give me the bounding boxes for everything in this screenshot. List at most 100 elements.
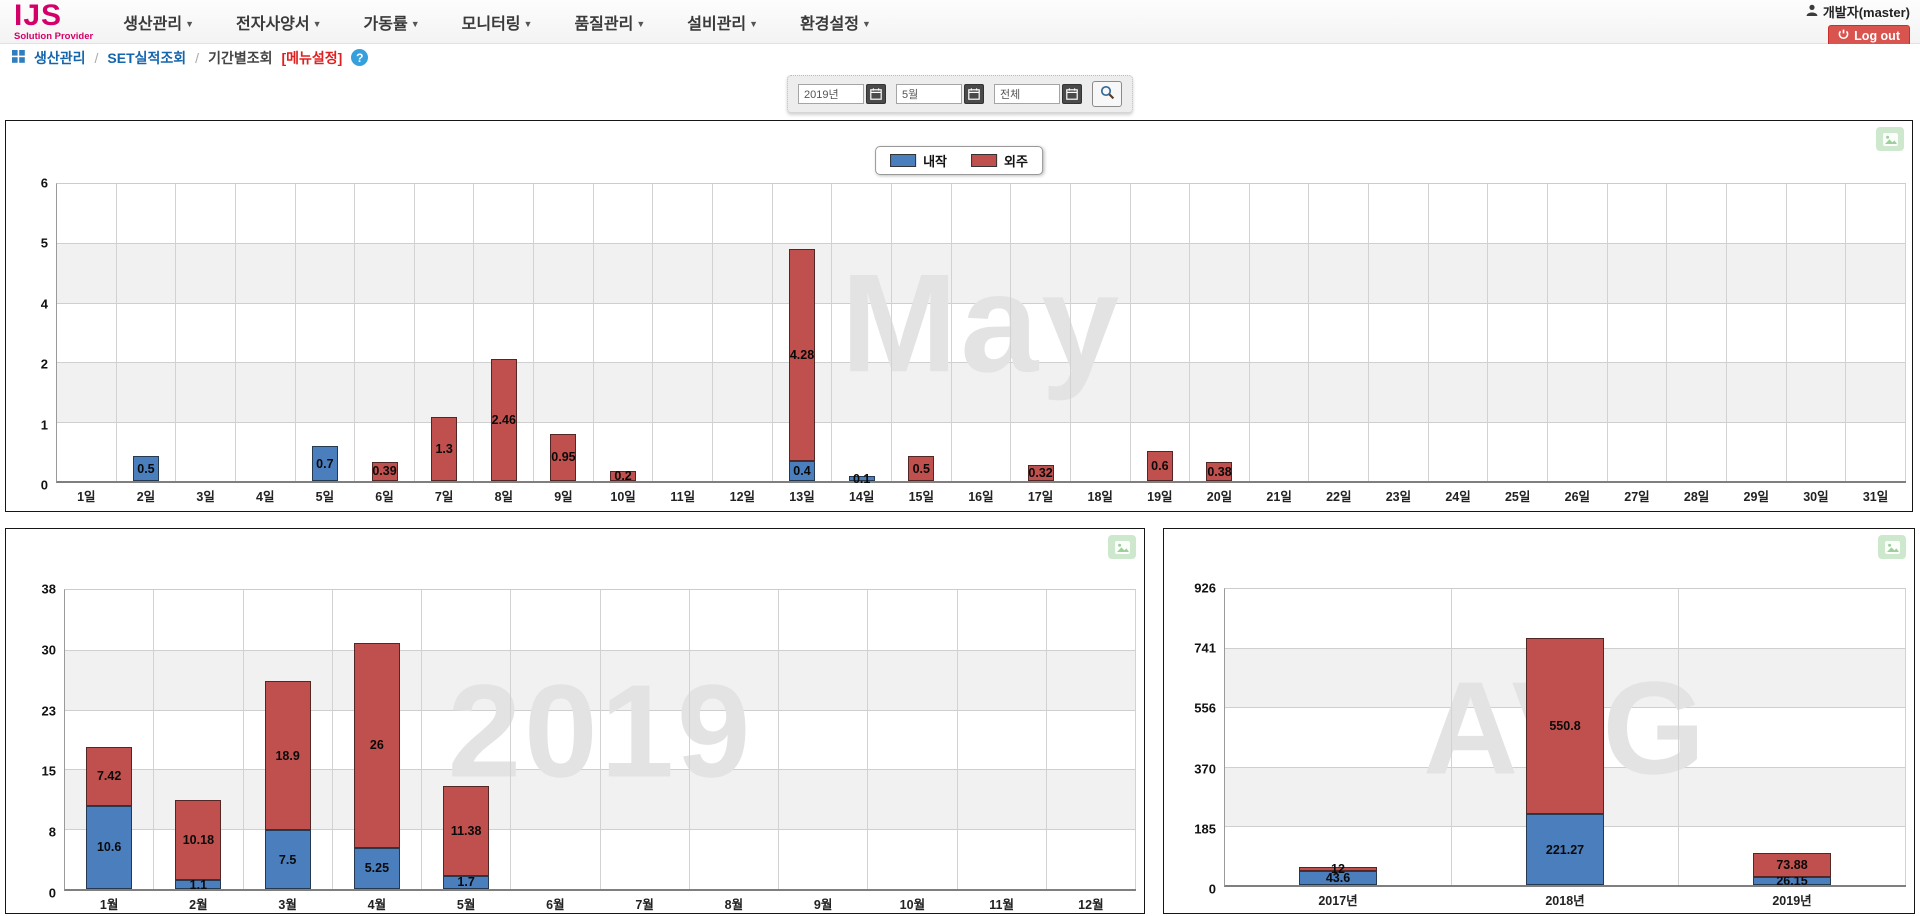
chart-column: 30일 [1787,184,1847,481]
bar-segment-외주[interactable]: 4.28 [789,249,815,461]
bar-segment-내작[interactable]: 5.25 [354,848,400,889]
bar-segment-외주[interactable]: 26 [354,643,400,848]
chart-column: 11월 [958,590,1047,889]
main-menu: 생산관리▼전자사양서▼가동률▼모니터링▼품질관리▼설비관리▼환경설정▼ [123,10,871,34]
bar-segment-외주[interactable]: 0.39 [372,462,398,481]
period-filter-group [787,75,1133,113]
menu-item-3[interactable]: 가동률▼ [364,10,420,34]
calendar-button[interactable] [1062,84,1082,104]
help-icon[interactable]: ? [351,49,368,66]
bar-segment-외주[interactable]: 10.18 [175,800,221,880]
power-icon [1838,29,1849,43]
bar-segment-외주[interactable]: 550.8 [1526,638,1604,814]
bar-segment-외주[interactable]: 18.9 [265,681,311,830]
period-field-month [896,84,984,104]
bar-segment-외주[interactable]: 73.88 [1753,853,1831,877]
bar-value-label: 10.6 [97,840,121,854]
bar-segment-외주[interactable]: 12 [1299,867,1377,871]
bar-segment-외주[interactable]: 0.95 [550,434,576,481]
menu-item-2[interactable]: 전자사양서▼ [236,10,322,34]
app-logo[interactable]: IJS Solution Provider [14,1,93,42]
menu-item-label: 모니터링 [462,16,521,33]
bar-segment-내작[interactable]: 1.1 [175,880,221,889]
x-axis-label: 2일 [137,486,155,505]
menu-item-4[interactable]: 모니터링▼ [462,10,533,34]
breadcrumb-item-2[interactable]: SET실적조회 [107,48,186,68]
bar-segment-내작[interactable]: 221.27 [1526,814,1604,885]
menu-setting-link[interactable]: [메뉴설정] [281,48,342,68]
legend-swatch [890,154,916,167]
period-field-year [798,84,886,104]
user-area: 개발자(master) Log out [1806,2,1910,48]
chart-panel-monthly: 201910.67.421월1.110.182월7.518.93월5.25264… [5,528,1145,914]
month-input[interactable] [896,84,962,104]
x-axis-label: 12월 [1078,894,1103,913]
bar-segment-내작[interactable]: 0.4 [789,461,815,481]
y-axis-label: 370 [1164,761,1216,776]
chart-column: 1.37일 [415,184,475,481]
y-axis-label: 38 [6,582,56,597]
plot-area: May1일0.52일3일4일0.75일0.396일1.37일2.468일0.95… [56,183,1906,483]
export-image-button[interactable] [1876,127,1904,151]
bar-segment-내작[interactable]: 26.15 [1753,877,1831,885]
breadcrumb-separator: / [195,50,199,66]
chart-panel-daily: May1일0.52일3일4일0.75일0.396일1.37일2.468일0.95… [5,120,1913,512]
bar-value-label: 221.27 [1546,843,1584,857]
menu-item-label: 생산관리 [123,16,182,33]
bar-value-label: 0.39 [372,464,396,478]
caret-down-icon: ▼ [185,19,194,29]
bar-segment-외주[interactable]: 1.3 [431,417,457,481]
chart-column: 0.396일 [355,184,415,481]
chart-column: 25일 [1488,184,1548,481]
bar-segment-외주[interactable]: 11.38 [443,786,489,876]
chart-column: 11일 [653,184,713,481]
bar-segment-내작[interactable]: 0.1 [849,476,875,481]
search-button[interactable] [1092,81,1122,107]
menu-item-6[interactable]: 설비관리▼ [687,10,758,34]
x-axis-label: 8일 [495,486,513,505]
bar-segment-외주[interactable]: 0.5 [908,456,934,481]
bar-segment-내작[interactable]: 1.7 [443,876,489,889]
bar-value-label: 0.1 [853,472,870,486]
chart-column: 12월 [1047,590,1136,889]
grid-icon [12,50,25,66]
bar-segment-외주[interactable]: 7.42 [86,747,132,805]
chart-column: 12일 [713,184,773,481]
chart-column: 26.1573.882019년 [1679,589,1906,885]
export-image-button[interactable] [1878,535,1906,559]
bar-segment-외주[interactable]: 0.32 [1028,465,1054,481]
calendar-button[interactable] [866,84,886,104]
menu-item-1[interactable]: 생산관리▼ [123,10,194,34]
calendar-button[interactable] [964,84,984,104]
user-icon [1806,4,1818,19]
chart-column: 0.210일 [594,184,654,481]
bar-segment-외주[interactable]: 0.2 [610,471,636,481]
x-axis-label: 13일 [789,486,814,505]
chart-column: 0.44.2813일 [773,184,833,481]
plot-area: AVG43.6122017년221.27550.82018년26.1573.88… [1224,588,1906,887]
bar-segment-내작[interactable]: 10.6 [86,806,132,889]
columns: 10.67.421월1.110.182월7.518.93월5.25264월1.7… [65,590,1136,889]
menu-item-7[interactable]: 환경설정▼ [800,10,871,34]
bar-segment-외주[interactable]: 2.46 [491,359,517,481]
bar-value-label: 7.42 [97,769,121,783]
bar-segment-외주[interactable]: 0.38 [1206,462,1232,481]
y-axis-label: 6 [6,176,48,191]
bar-segment-내작[interactable]: 7.5 [265,830,311,889]
day-input[interactable] [994,84,1060,104]
x-axis-label: 2018년 [1545,890,1584,909]
menu-item-5[interactable]: 품질관리▼ [574,10,645,34]
x-axis-label: 6월 [546,894,564,913]
x-axis-label: 9일 [554,486,572,505]
chart-column: 24일 [1429,184,1489,481]
bar-segment-내작[interactable]: 0.5 [133,456,159,481]
bar-segment-내작[interactable]: 0.7 [312,446,338,481]
export-image-button[interactable] [1108,535,1136,559]
breadcrumb-item-1[interactable]: 생산관리 [34,48,86,68]
bar-value-label: 0.4 [793,464,810,478]
x-axis-label: 21일 [1266,486,1291,505]
chart-legend: 내작외주 [875,146,1043,175]
year-input[interactable] [798,84,864,104]
chart-column: 4일 [236,184,296,481]
bar-segment-외주[interactable]: 0.6 [1147,451,1173,481]
